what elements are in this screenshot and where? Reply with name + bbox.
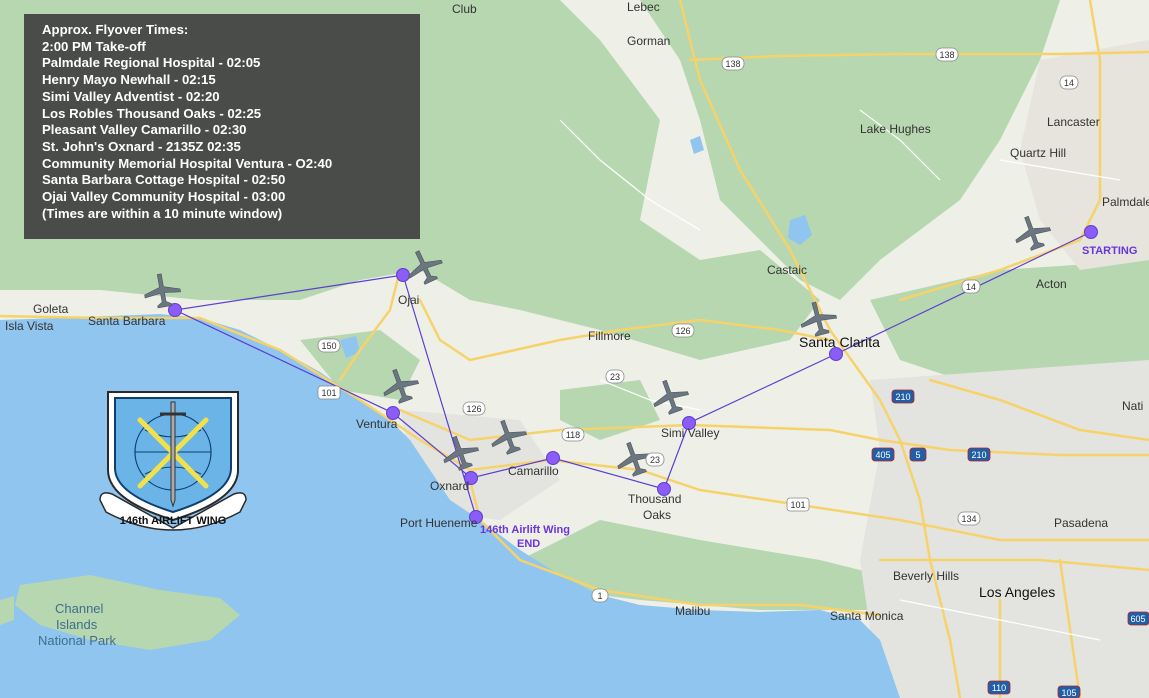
stop-camarillo[interactable] — [546, 451, 560, 465]
svg-text:1: 1 — [597, 591, 602, 601]
place-label: Beverly Hills — [893, 569, 959, 583]
flyover-line: Simi Valley Adventist - 02:20 — [42, 88, 220, 104]
place-label: Goleta — [33, 302, 69, 316]
highway-shield: 14 — [1059, 75, 1079, 90]
svg-text:14: 14 — [966, 282, 976, 292]
stop-palmdale[interactable] — [1084, 225, 1098, 239]
svg-text:105: 105 — [1061, 688, 1076, 698]
end-label-line-2: END — [517, 538, 540, 550]
end-label-line-1: 146th Airlift Wing — [480, 524, 570, 536]
place-label: Islands — [56, 617, 98, 632]
highway-shield: 101 — [317, 385, 341, 400]
place-label: Simi Valley — [661, 426, 719, 440]
island-small — [0, 596, 14, 625]
svg-text:101: 101 — [321, 388, 336, 398]
flyover-line: Henry Mayo Newhall - 02:15 — [42, 72, 216, 88]
sword-icon — [170, 401, 176, 508]
place-label: Channel — [55, 601, 104, 616]
place-label: Port Hueneme — [400, 516, 478, 530]
place-label: Palmdale — [1102, 195, 1149, 209]
highway-shield: 126 — [671, 323, 695, 338]
place-label: Lancaster — [1047, 115, 1100, 129]
place-label: Santa Barbara — [88, 314, 166, 328]
start-label: STARTING — [1082, 245, 1137, 257]
svg-text:118: 118 — [566, 430, 580, 440]
place-label: Thousand — [628, 492, 681, 506]
svg-text:605: 605 — [1130, 614, 1145, 624]
place-label: Santa Clarita — [799, 334, 880, 350]
place-label: National Park — [38, 633, 117, 648]
svg-text:150: 150 — [321, 341, 336, 351]
svg-text:14: 14 — [1064, 78, 1074, 88]
highway-shield: 5 — [909, 447, 927, 462]
flyover-line: Palmdale Regional Hospital - 02:05 — [42, 55, 261, 71]
map-stage: 138 138 14 14 126 150 101 126 23 118 23 … — [0, 0, 1149, 698]
flyover-line: Ojai Valley Community Hospital - 03:00 — [42, 189, 286, 205]
flyover-line: Community Memorial Hospital Ventura - O2… — [42, 155, 333, 171]
svg-text:126: 126 — [466, 404, 481, 414]
highway-shield: 138 — [935, 47, 959, 62]
highway-shield: 605 — [1127, 611, 1149, 626]
highway-shield: 405 — [871, 447, 895, 462]
flyover-line: 2:00 PM Take-off — [42, 38, 146, 54]
highway-shield: 105 — [1057, 685, 1081, 698]
place-label: Club — [452, 2, 477, 16]
svg-text:5: 5 — [915, 450, 920, 460]
flyover-times-panel: Approx. Flyover Times: 2:00 PM Take-off … — [24, 14, 420, 239]
stop-ojai[interactable] — [396, 268, 410, 282]
place-label: Castaic — [767, 263, 807, 277]
svg-text:405: 405 — [875, 450, 890, 460]
place-label: Gorman — [627, 34, 670, 48]
place-label: Ventura — [356, 417, 398, 431]
svg-text:110: 110 — [992, 683, 1006, 693]
flyover-title: Approx. Flyover Times: — [42, 22, 189, 37]
highway-shield: 150 — [317, 338, 341, 353]
emblem-text: 146th AIRLIFT WING — [120, 515, 227, 527]
place-label: Nati — [1122, 399, 1143, 413]
place-label: Lake Hughes — [860, 122, 931, 136]
place-label: Malibu — [675, 604, 710, 618]
place-label: Pasadena — [1054, 516, 1108, 530]
place-label: Los Angeles — [979, 584, 1055, 600]
highway-shield: 23 — [605, 369, 625, 384]
highway-shield: 126 — [462, 401, 486, 416]
place-label: Lebec — [627, 0, 660, 14]
svg-text:101: 101 — [790, 500, 805, 510]
svg-text:134: 134 — [961, 514, 976, 524]
flyover-line: Santa Barbara Cottage Hospital - 02:50 — [42, 172, 286, 188]
highway-shield: 134 — [957, 511, 981, 526]
svg-text:210: 210 — [971, 450, 986, 460]
svg-text:126: 126 — [675, 326, 690, 336]
flyover-line: Los Robles Thousand Oaks - 02:25 — [42, 105, 262, 121]
svg-text:138: 138 — [939, 50, 954, 60]
place-label: Acton — [1036, 277, 1067, 291]
highway-shield: 101 — [786, 497, 810, 512]
highway-shield: 1 — [591, 588, 609, 603]
highway-shield: 210 — [967, 447, 991, 462]
place-label: Ojai — [398, 293, 419, 307]
place-label: Camarillo — [508, 464, 559, 478]
svg-text:138: 138 — [725, 59, 740, 69]
svg-text:210: 210 — [895, 392, 910, 402]
highway-shield: 210 — [891, 389, 915, 404]
place-label: Oxnard — [430, 479, 469, 493]
highway-shield: 118 — [561, 427, 585, 442]
highway-shield: 138 — [721, 56, 745, 71]
flyover-line: (Times are within a 10 minute window) — [42, 205, 283, 221]
place-label: Oaks — [643, 508, 671, 522]
airlift-wing-emblem: 146th AIRLIFT WING — [99, 391, 247, 531]
svg-text:23: 23 — [610, 372, 620, 382]
place-label: Quartz Hill — [1010, 146, 1066, 160]
place-label: Santa Monica — [830, 609, 904, 623]
place-label: Fillmore — [588, 329, 631, 343]
flyover-line: St. John's Oxnard - 2135Z 02:35 — [42, 138, 241, 154]
highway-shield: 110 — [987, 680, 1011, 695]
svg-text:23: 23 — [650, 455, 660, 465]
place-label: Isla Vista — [5, 319, 54, 333]
flyover-line: Pleasant Valley Camarillo - 02:30 — [42, 122, 247, 138]
highway-shield: 23 — [645, 452, 665, 467]
highway-shield: 14 — [961, 279, 981, 294]
